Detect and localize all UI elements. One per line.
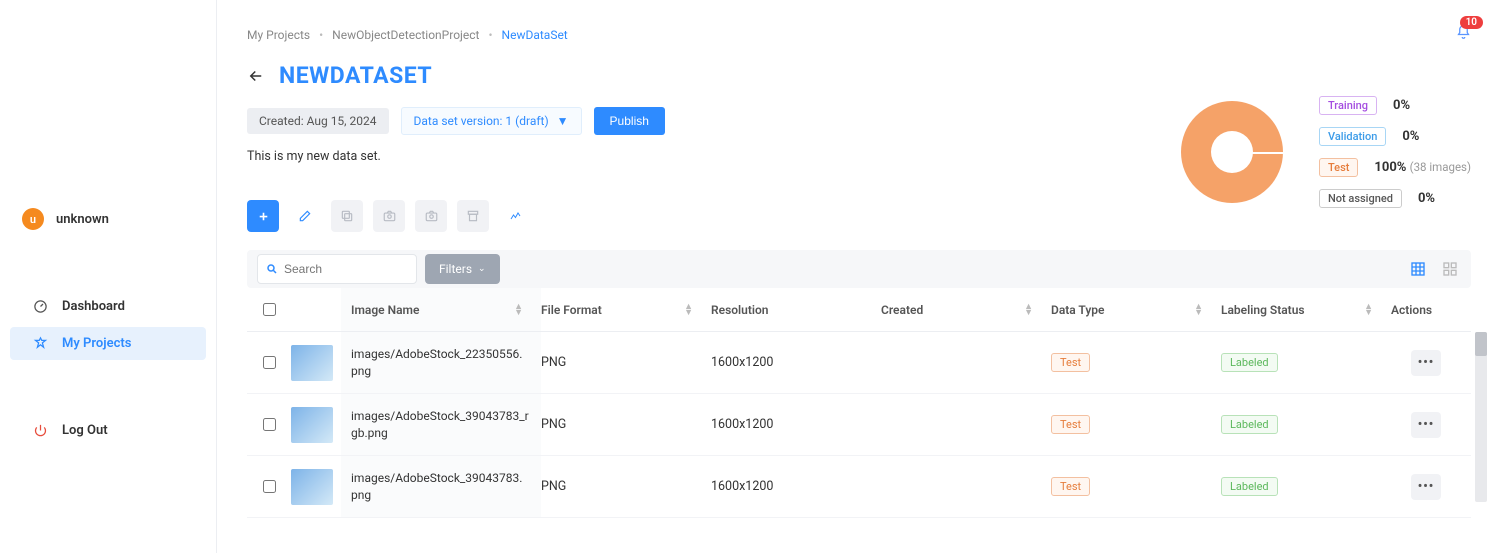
crumb-project[interactable]: NewObjectDetectionProject [332,28,479,42]
badge-labeling-status: Labeled [1221,477,1278,496]
version-dropdown[interactable]: Data set version: 1 (draft) ▼ [401,107,582,135]
cell-file-format: PNG [541,417,711,432]
sort-icon[interactable]: ▲▼ [514,304,523,316]
user-block[interactable]: u unknown [0,200,216,238]
col-created[interactable]: Created [881,303,923,317]
crumb-root[interactable]: My Projects [247,28,310,42]
search-filter-bar: Filters ⌄ [247,250,1471,288]
cell-image-name: images/AdobeStock_39043783.png [351,470,541,502]
tag-training: Training [1319,96,1377,115]
row-actions-button[interactable]: ••• [1411,412,1441,438]
crumb-dataset[interactable]: NewDataSet [502,28,568,42]
badge-labeling-status: Labeled [1221,353,1278,372]
copy-button [331,200,363,232]
chart-button[interactable] [499,200,531,232]
row-checkbox[interactable] [263,356,276,369]
tag-not-assigned: Not assigned [1319,189,1402,208]
image-thumbnail[interactable] [291,469,333,505]
row-actions-button[interactable]: ••• [1411,350,1441,376]
search-box[interactable] [257,254,417,284]
col-image-name[interactable]: Image Name [351,303,419,317]
nav-my-projects-label: My Projects [62,336,131,351]
archive-button [457,200,489,232]
filters-label: Filters [439,262,472,276]
training-pct: 0% [1393,98,1410,113]
cell-image-name: images/AdobeStock_39043783_rgb.png [351,408,541,440]
chevron-down-icon: ▼ [557,114,569,128]
chevron-down-icon: ⌄ [478,264,486,274]
nav-logout[interactable]: Log Out [10,414,206,447]
split-legend: Training 0% Validation 0% Test 100% (38 … [1319,96,1471,208]
nav-my-projects[interactable]: My Projects [10,327,206,360]
cell-file-format: PNG [541,355,711,370]
table-row[interactable]: images/AdobeStock_22350556.png PNG 1600x… [247,332,1471,394]
col-resolution[interactable]: Resolution [711,303,769,317]
table-header: Image Name ▲▼ File Format ▲▼ Resolution Cr… [247,288,1471,332]
na-pct: 0% [1418,191,1435,206]
notifications-count: 10 [1460,16,1483,29]
projects-icon [32,336,48,351]
split-donut-chart [1181,101,1283,203]
row-checkbox[interactable] [263,418,276,431]
table-row[interactable]: images/AdobeStock_39043783_rgb.png PNG 1… [247,394,1471,456]
badge-labeling-status: Labeled [1221,415,1278,434]
select-all-checkbox[interactable] [263,303,276,316]
nav-dashboard-label: Dashboard [62,299,125,314]
publish-button[interactable]: Publish [594,107,665,135]
search-icon [266,263,278,275]
nav-dashboard[interactable]: Dashboard [10,290,206,323]
badge-data-type: Test [1051,477,1090,496]
row-actions-button[interactable]: ••• [1411,474,1441,500]
split-stats: Training 0% Validation 0% Test 100% (38 … [1181,96,1471,208]
user-name: unknown [56,212,109,227]
breadcrumb: My Projects • NewObjectDetectionProject … [247,28,1471,42]
search-input[interactable] [284,262,394,276]
col-labeling-status[interactable]: Labeling Status [1221,303,1305,317]
user-avatar: u [22,208,44,230]
camera-button [373,200,405,232]
cell-file-format: PNG [541,479,711,494]
gauge-icon [32,299,48,314]
view-list-button[interactable] [1405,256,1431,282]
table-row[interactable]: images/AdobeStock_39043783.png PNG 1600x… [247,456,1471,518]
main-content: 10 My Projects • NewObjectDetectionProje… [216,0,1493,553]
power-icon [32,423,48,438]
cell-resolution: 1600x1200 [711,417,881,432]
sort-icon[interactable]: ▲▼ [684,304,693,316]
col-file-format[interactable]: File Format [541,303,602,317]
badge-data-type: Test [1051,415,1090,434]
sort-icon[interactable]: ▲▼ [1024,304,1033,316]
back-arrow-icon[interactable] [247,67,265,85]
created-chip: Created: Aug 15, 2024 [247,108,389,134]
notifications-button[interactable]: 10 [1456,24,1471,40]
filters-button[interactable]: Filters ⌄ [425,254,500,284]
validation-pct: 0% [1402,129,1419,144]
nav-logout-label: Log Out [62,423,108,438]
sidebar: u unknown Dashboard My Projects Log Out [0,0,216,553]
images-table: Image Name ▲▼ File Format ▲▼ Resolution Cr… [247,288,1471,518]
cell-resolution: 1600x1200 [711,479,881,494]
col-actions: Actions [1391,303,1432,317]
badge-data-type: Test [1051,353,1090,372]
row-checkbox[interactable] [263,480,276,493]
cell-resolution: 1600x1200 [711,355,881,370]
image-thumbnail[interactable] [291,407,333,443]
bell-icon: 10 [1456,24,1471,40]
add-button[interactable] [247,200,279,232]
tag-validation: Validation [1319,127,1386,146]
page-title: NEWDATASET [279,62,432,89]
scrollbar[interactable] [1475,332,1487,502]
col-data-type[interactable]: Data Type [1051,303,1105,317]
edit-button[interactable] [289,200,321,232]
tag-test: Test [1319,158,1358,177]
sort-icon[interactable]: ▲▼ [1364,304,1373,316]
camera2-button [415,200,447,232]
test-pct: 100% (38 images) [1374,160,1471,175]
sort-icon[interactable]: ▲▼ [1194,304,1203,316]
image-thumbnail[interactable] [291,345,333,381]
view-grid-button[interactable] [1437,256,1463,282]
version-label: Data set version: 1 (draft) [414,114,549,128]
cell-image-name: images/AdobeStock_22350556.png [351,346,541,378]
